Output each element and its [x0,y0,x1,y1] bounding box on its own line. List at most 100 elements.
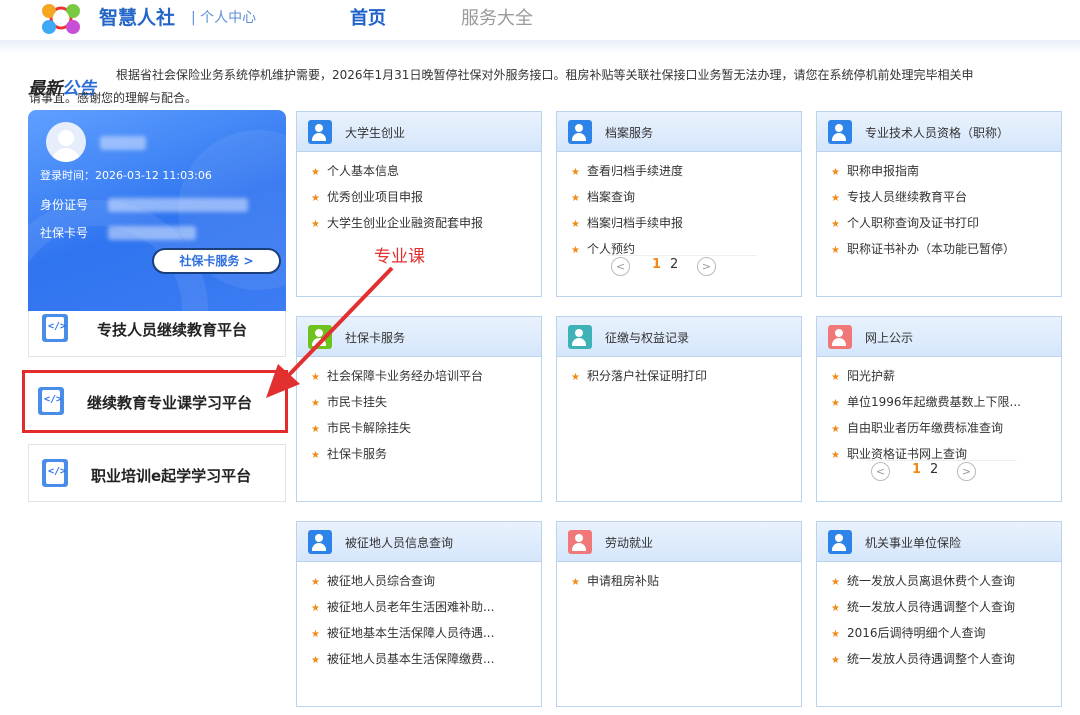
service-link[interactable]: ★ 个人职称查询及证书打印 [831,211,1061,237]
book-icon: </> [42,459,68,487]
book-icon: </> [42,314,68,342]
platform-vocational-training[interactable]: </> 职业培训e起学学习平台 [28,444,286,502]
panel-header: 大学生创业 [297,112,541,152]
panel-title: 专业技术人员资格（职称） [865,126,1010,140]
service-panel-public-notice: 网上公示 ★ 阳光护薪 ★ 单位1996年起缴费基数上下限... ★ 自由职业者历年缴… [816,316,1062,502]
top-header: 智慧人社 | 个人中心 首页 服务大全 [0,0,1080,40]
person-icon [568,120,592,144]
prev-page-button[interactable]: < [611,257,630,276]
panel-title: 征缴与权益记录 [605,331,690,345]
page-number[interactable]: 2 [670,257,678,272]
panel-header: 被征地人员信息查询 [297,522,541,562]
panel-header: 机关事业单位保险 [817,522,1061,562]
service-link[interactable]: ★ 2016后调待明细个人查询 [831,621,1061,647]
service-link[interactable]: ★ 单位1996年起缴费基数上下限... [831,390,1061,416]
card-number-label: 社保卡号 [40,226,89,240]
service-link[interactable]: ★ 积分落户社保证明打印 [571,364,801,390]
page-number-current[interactable]: 1 [652,257,661,272]
panel-title: 被征地人员信息查询 [345,536,454,550]
service-link[interactable]: ★ 阳光护薪 [831,364,1061,390]
username-redacted [100,136,146,150]
book-icon: </> [38,387,64,415]
prev-page-button[interactable]: < [871,462,890,481]
panel-header: 网上公示 [817,317,1061,357]
platform-continuing-education[interactable]: </> 专技人员继续教育平台 [28,311,286,357]
card-icon [308,325,332,349]
service-link[interactable]: ★ 档案归档手续申报 [571,211,801,237]
notice-line-2: 请事宜。感谢您的理解与配合。 [29,91,198,105]
service-link[interactable]: ★ 统一发放人员待遇调整个人查询 [831,595,1061,621]
card-number-redacted [108,226,196,240]
person-icon [308,120,332,144]
pager: < 1 2 > [867,460,1017,484]
service-panel-land-acquisition: 被征地人员信息查询 ★ 被征地人员综合查询 ★ 被征地人员老年生活困难补助... ★… [296,521,542,707]
service-link[interactable]: ★ 申请租房补贴 [571,569,801,595]
platform-professional-course[interactable]: </> 继续教育专业课学习平台 [22,370,288,433]
panel-header: 档案服务 [557,112,801,152]
brand-title: 智慧人社 [99,7,176,29]
service-panel-social-card: 社保卡服务 ★ 社会保障卡业务经办培训平台 ★ 市民卡挂失 ★ 市民卡解除挂失 ★ 社保… [296,316,542,502]
panel-title: 大学生创业 [345,126,406,140]
service-panel-archives: 档案服务 ★ 查看归档手续进度 ★ 档案查询 ★ 档案归档手续申报 ★ 个人预约 < 1… [556,111,802,297]
platform-label: 职业培训e起学学习平台 [91,467,252,485]
service-link[interactable]: ★ 专技人员继续教育平台 [831,185,1061,211]
service-link[interactable]: ★ 被征地人员老年生活困难补助... [311,595,541,621]
service-link[interactable]: ★ 查看归档手续进度 [571,159,801,185]
panel-header: 专业技术人员资格（职称） [817,112,1061,152]
platform-label: 继续教育专业课学习平台 [87,394,253,412]
site-logo[interactable] [38,0,84,36]
panel-title: 档案服务 [605,126,654,140]
panel-title: 机关事业单位保险 [865,536,962,550]
service-link[interactable]: ★ 大学生创业企业融资配套申报 [311,211,541,237]
panel-title: 劳动就业 [605,536,654,550]
pager: < 1 2 > [607,255,757,279]
service-link[interactable]: ★ 统一发放人员待遇调整个人查询 [831,647,1061,673]
service-link[interactable]: ★ 统一发放人员离退休费个人查询 [831,569,1061,595]
page-number[interactable]: 2 [930,462,938,477]
nav-home[interactable]: 首页 [350,4,386,30]
service-link[interactable]: ★ 被征地基本生活保障人员待遇... [311,621,541,647]
avatar [46,122,86,162]
service-link[interactable]: ★ 社保卡服务 [311,442,541,468]
page-number-current[interactable]: 1 [912,462,921,477]
service-link[interactable]: ★ 被征地人员基本生活保障缴费... [311,647,541,673]
service-panel-contribution-records: 征缴与权益记录 ★ 积分落户社保证明打印 [556,316,802,502]
service-panel-employment: 劳动就业 ★ 申请租房补贴 [556,521,802,707]
panel-header: 征缴与权益记录 [557,317,801,357]
id-number-label: 身份证号 [40,198,89,212]
id-number-redacted [108,198,248,212]
service-link[interactable]: ★ 社会保障卡业务经办培训平台 [311,364,541,390]
person-icon [828,530,852,554]
header-divider [0,40,1080,54]
person-search-icon [568,325,592,349]
next-page-button[interactable]: > [697,257,716,276]
panel-header: 劳动就业 [557,522,801,562]
service-link[interactable]: ★ 职称证书补办（本功能已暂停） [831,237,1061,263]
user-card: 登录时间：2026-03-12 11:03:06 身份证号 社保卡号 社保卡服务… [28,110,286,311]
brand-subtitle: | 个人中心 [191,10,257,26]
service-panel-institution-insurance: 机关事业单位保险 ★ 统一发放人员离退休费个人查询 ★ 统一发放人员待遇调整个人查询… [816,521,1062,707]
worker-icon [568,530,592,554]
service-link[interactable]: ★ 市民卡解除挂失 [311,416,541,442]
service-link[interactable]: ★ 档案查询 [571,185,801,211]
nav-all-services[interactable]: 服务大全 [461,4,533,30]
service-link[interactable]: ★ 优秀创业项目申报 [311,185,541,211]
notice-board-icon [828,325,852,349]
panel-title: 社保卡服务 [345,331,406,345]
service-panel-professional-title: 专业技术人员资格（职称） ★ 职称申报指南 ★ 专技人员继续教育平台 ★ 个人职称查询… [816,111,1062,297]
service-link[interactable]: ★ 被征地人员综合查询 [311,569,541,595]
notice-text: 根据省社会保险业务系统停机维护需要，2026年1月31日晚暂停社保对外服务接口。… [29,64,1062,110]
notice-line-1: 根据省社会保险业务系统停机维护需要，2026年1月31日晚暂停社保对外服务接口。… [116,68,974,82]
annotation-label: 专业课 [374,247,425,267]
service-link[interactable]: ★ 个人基本信息 [311,159,541,185]
person-icon [308,530,332,554]
service-link[interactable]: ★ 市民卡挂失 [311,390,541,416]
next-page-button[interactable]: > [957,462,976,481]
service-link[interactable]: ★ 自由职业者历年缴费标准查询 [831,416,1061,442]
social-card-service-button[interactable]: 社保卡服务 > [152,248,281,274]
panel-title: 网上公示 [865,331,914,345]
person-icon [828,120,852,144]
service-link[interactable]: ★ 职称申报指南 [831,159,1061,185]
login-time: 登录时间：2026-03-12 11:03:06 [40,169,212,182]
platform-label: 专技人员继续教育平台 [97,321,248,339]
